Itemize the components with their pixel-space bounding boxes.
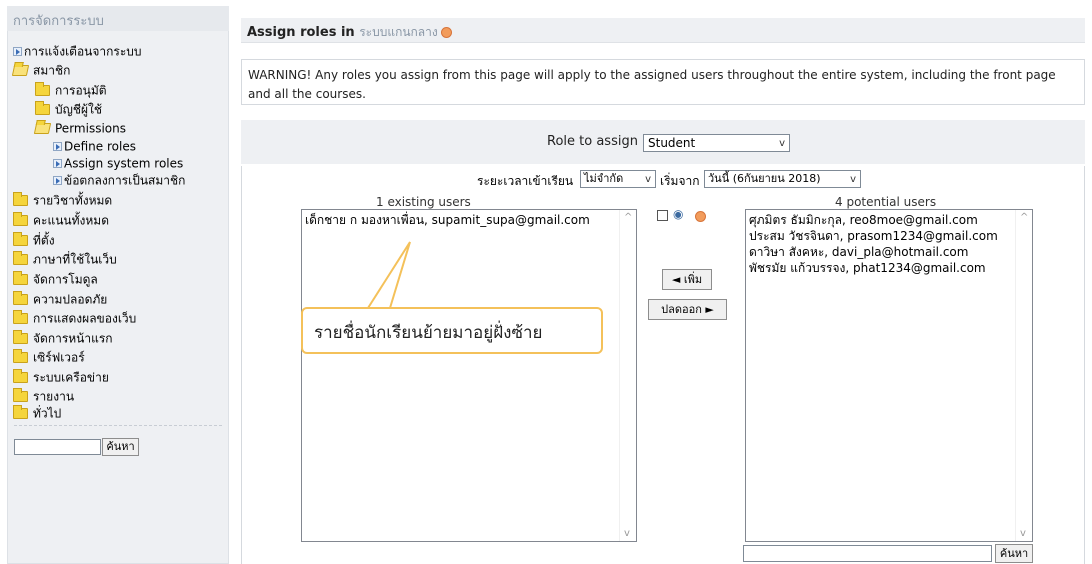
scrollbar[interactable] bbox=[1015, 210, 1032, 541]
role-select-value: Student bbox=[648, 136, 696, 150]
sidebar-item-accounts[interactable]: บัญชีผู้ใช้ bbox=[35, 101, 102, 118]
start-date-label: เริ่มจาก bbox=[660, 174, 700, 188]
list-item[interactable]: พัชรมัย แก้วบรรจง, phat1234@gmail.com bbox=[749, 260, 986, 276]
folder-icon bbox=[13, 232, 28, 246]
folder-icon bbox=[13, 291, 28, 305]
start-date-value: วันนี้ (6กันยายน 2018) bbox=[708, 172, 821, 185]
eye-icon: ◉ bbox=[673, 207, 684, 221]
potential-search-button[interactable]: ค้นหา bbox=[995, 544, 1033, 563]
folder-open-icon bbox=[11, 65, 30, 76]
sidebar-item-general[interactable]: ทั่วไป bbox=[13, 405, 61, 422]
sidebar-search-button[interactable]: ค้นหา bbox=[102, 438, 139, 456]
page-title: Assign roles in bbox=[247, 25, 355, 40]
arrow-box-icon bbox=[13, 47, 22, 56]
folder-icon bbox=[13, 192, 28, 206]
arrow-box-icon bbox=[53, 142, 62, 151]
sidebar-item-server[interactable]: เซิร์ฟเวอร์ bbox=[13, 349, 85, 366]
folder-open-icon bbox=[33, 123, 52, 134]
sidebar-item-security[interactable]: ความปลอดภัย bbox=[13, 291, 107, 308]
sidebar-item-grades[interactable]: คะแนนทั้งหมด bbox=[13, 212, 109, 229]
sidebar-item-reports[interactable]: รายงาน bbox=[13, 388, 74, 405]
sidebar-item-courses[interactable]: รายวิชาทั้งหมด bbox=[13, 192, 112, 209]
enrol-period-select[interactable]: ไม่จำกัด v bbox=[580, 170, 656, 188]
potential-users-list[interactable]: ศุภมิตร ธัมมิกะกุล, reo8moe@gmail.com ปร… bbox=[745, 209, 1033, 542]
sidebar-item-modules[interactable]: จัดการโมดูล bbox=[13, 271, 98, 288]
chevron-down-icon: v bbox=[850, 174, 856, 185]
sidebar-item-network[interactable]: ระบบเครือข่าย bbox=[13, 369, 109, 386]
chevron-down-icon: v bbox=[645, 174, 651, 185]
remove-button[interactable]: ปลดออก ► bbox=[648, 299, 727, 320]
folder-icon bbox=[13, 349, 28, 363]
page-context: ระบบแกนกลาง bbox=[359, 25, 438, 39]
sidebar-item-define-roles[interactable]: Define roles bbox=[53, 138, 136, 155]
sidebar-item-frontpage[interactable]: จัดการหน้าแรก bbox=[13, 330, 113, 347]
sidebar-title: การจัดการระบบ bbox=[7, 6, 229, 31]
add-button[interactable]: ◄ เพิ่ม bbox=[662, 269, 712, 290]
folder-icon bbox=[13, 330, 28, 344]
folder-icon bbox=[13, 271, 28, 285]
sidebar-item-appearance[interactable]: การแสดงผลของเว็บ bbox=[13, 310, 136, 327]
sidebar-item-location[interactable]: ที่ตั้ง bbox=[13, 232, 55, 249]
folder-icon bbox=[35, 101, 50, 115]
sidebar-item-approval[interactable]: การอนุมัติ bbox=[35, 82, 107, 99]
folder-icon bbox=[13, 405, 28, 419]
page-header: Assign roles in ระบบแกนกลาง bbox=[241, 18, 1085, 43]
scrollbar[interactable] bbox=[619, 210, 636, 541]
sidebar-item-language[interactable]: ภาษาที่ใช้ในเว็บ bbox=[13, 251, 117, 268]
sidebar-item-members[interactable]: สมาชิก bbox=[11, 62, 70, 79]
folder-icon bbox=[13, 212, 28, 226]
arrow-box-icon bbox=[53, 176, 62, 185]
start-date-select[interactable]: วันนี้ (6กันยายน 2018) v bbox=[704, 170, 861, 188]
help-icon[interactable] bbox=[440, 27, 452, 38]
callout-note: รายชื่อนักเรียนย้ายมาอยู่ฝั่งซ้าย bbox=[301, 307, 603, 354]
folder-icon bbox=[13, 369, 28, 383]
role-select[interactable]: Student v bbox=[643, 134, 790, 152]
list-item[interactable]: ประสม วัชรจินดา, prasom1234@gmail.com bbox=[749, 228, 998, 244]
sidebar-item-membership-agreement[interactable]: ข้อตกลงการเป็นสมาชิก bbox=[53, 172, 185, 189]
role-to-assign-label: Role to assign bbox=[547, 134, 638, 149]
sidebar-item-assign-system-roles[interactable]: Assign system roles bbox=[53, 155, 183, 172]
arrow-box-icon bbox=[53, 159, 62, 168]
potential-users-header: 4 potential users bbox=[835, 195, 937, 209]
hidden-checkbox[interactable] bbox=[657, 210, 668, 221]
folder-icon bbox=[35, 82, 50, 96]
enrol-period-label: ระยะเวลาเข้าเรียน bbox=[477, 174, 574, 188]
warning-message: WARNING! Any roles you assign from this … bbox=[241, 59, 1085, 105]
folder-icon bbox=[13, 251, 28, 265]
potential-search-input[interactable] bbox=[743, 545, 992, 562]
sidebar-item-notifications[interactable]: การแจ้งเตือนจากระบบ bbox=[13, 43, 142, 60]
chevron-down-icon: v bbox=[779, 138, 785, 149]
help-icon[interactable] bbox=[695, 211, 706, 222]
sidebar-item-permissions[interactable]: Permissions bbox=[33, 120, 126, 137]
list-item[interactable]: ดาวิษา สังคหะ, davi_pla@hotmail.com bbox=[749, 244, 968, 260]
list-item[interactable]: เด็กชาย ก มองหาเพื่อน, supamit_supa@gmai… bbox=[305, 212, 590, 228]
folder-icon bbox=[13, 388, 28, 402]
list-item[interactable]: ศุภมิตร ธัมมิกะกุล, reo8moe@gmail.com bbox=[749, 212, 978, 228]
sidebar-divider bbox=[14, 425, 222, 426]
sidebar-search-input[interactable] bbox=[14, 439, 101, 455]
enrol-period-value: ไม่จำกัด bbox=[584, 172, 624, 185]
existing-users-header: 1 existing users bbox=[376, 195, 471, 209]
folder-icon bbox=[13, 310, 28, 324]
